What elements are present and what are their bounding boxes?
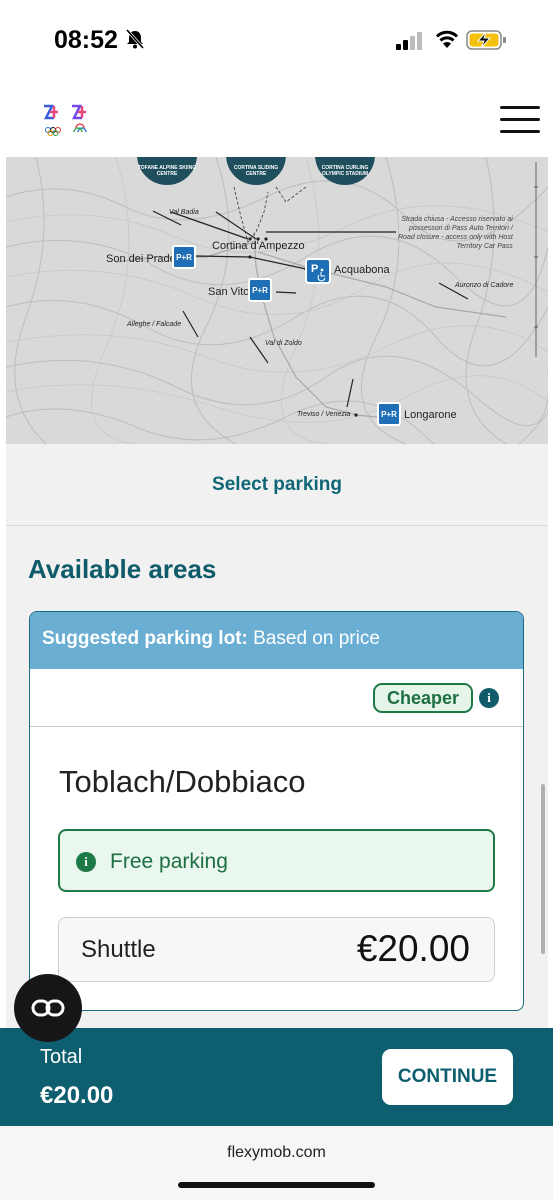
- status-time: 08:52: [54, 26, 118, 54]
- map-label-san-vito: San Vito: [208, 286, 250, 298]
- map-label-treviso: Treviso / Venezia: [297, 411, 351, 418]
- shuttle-label: Shuttle: [81, 936, 156, 963]
- map-label-son-dei-prade: Son dei Prade: [106, 253, 176, 265]
- map-label-val-badia: Val Badia: [169, 209, 199, 216]
- available-areas-title: Available areas: [28, 554, 217, 584]
- suggested-value: Based on price: [247, 628, 380, 649]
- parking-lot-name: Toblach/Dobbiaco: [59, 764, 306, 799]
- map-label-cortina: Cortina d'Ampezzo: [212, 240, 305, 252]
- map-label-acquabona: Acquabona: [334, 264, 390, 276]
- battery-charging-icon: [466, 30, 506, 50]
- map-label-auronzo: Auronzo di Cadore: [455, 282, 514, 289]
- park-and-ride-marker[interactable]: P+R: [377, 402, 401, 426]
- map-label-longarone: Longarone: [404, 409, 457, 421]
- menu-line: [500, 130, 540, 133]
- map-label-val-di-zoldo: Val di Zoldo: [265, 340, 302, 347]
- cheaper-badge: Cheaper: [373, 683, 474, 713]
- free-parking-notice: i Free parking: [58, 829, 495, 892]
- shuttle-price: €20.00: [356, 928, 470, 969]
- park-and-ride-marker[interactable]: P+R: [172, 245, 196, 269]
- checkout-bar: Total €20.00 CONTINUE: [0, 1028, 553, 1126]
- cellular-signal-icon: [396, 32, 422, 50]
- card-tags-row: Cheaper i: [30, 669, 523, 727]
- hamburger-menu-button[interactable]: [500, 106, 540, 136]
- silent-bell-icon: [125, 29, 145, 49]
- road-note-line: Strada chiusa - Accesso riservato ai: [401, 216, 513, 223]
- suggested-label: Suggested parking lot:: [42, 628, 248, 649]
- road-note-line: Territory Car Pass: [456, 243, 513, 250]
- map-road-closure-note: Strada chiusa - Accesso riservato ai pos…: [398, 215, 513, 251]
- parking-lot-card[interactable]: Suggested parking lot: Based on price Ch…: [29, 611, 524, 1011]
- road-note-line: possessori di Pass Auto Territori /: [409, 225, 513, 232]
- status-bar: 08:52: [0, 0, 553, 80]
- terrain-background: [6, 157, 548, 444]
- available-areas-section: Available areas Suggested parking lot: B…: [6, 526, 548, 1028]
- map-label-alleghe: Alleghe / Falcade: [127, 321, 182, 328]
- road-note-line: Road closure - access only with Host: [398, 234, 513, 241]
- select-parking-link[interactable]: Select parking: [212, 474, 342, 496]
- url-text[interactable]: flexymob.com: [0, 1144, 553, 1162]
- wifi-icon: [435, 30, 459, 48]
- accessible-parking-icon[interactable]: P: [305, 258, 331, 284]
- park-and-ride-marker[interactable]: P+R: [248, 278, 272, 302]
- info-icon: i: [76, 852, 96, 872]
- total-label: Total: [40, 1046, 83, 1068]
- continue-button[interactable]: CONTINUE: [382, 1049, 513, 1105]
- select-parking-bar: Select parking: [6, 444, 548, 526]
- milano-cortina-logo[interactable]: [40, 102, 100, 138]
- scrollbar-thumb[interactable]: [541, 784, 545, 954]
- menu-line: [500, 106, 540, 109]
- info-icon[interactable]: i: [479, 688, 499, 708]
- home-indicator[interactable]: [178, 1182, 375, 1188]
- total-value: €20.00: [40, 1082, 114, 1109]
- suggested-parking-header: Suggested parking lot: Based on price: [30, 612, 523, 669]
- parking-map[interactable]: TOFANE ALPINE SKIING CENTRE CORTINA SLID…: [6, 157, 548, 444]
- app-header: [0, 80, 553, 158]
- menu-line: [500, 118, 540, 121]
- free-parking-text: Free parking: [110, 850, 228, 873]
- shuttle-option[interactable]: Shuttle €20.00: [58, 917, 495, 982]
- browser-address-bar: flexymob.com: [0, 1126, 553, 1200]
- svg-text:P: P: [311, 263, 318, 275]
- link-icon: [31, 999, 65, 1017]
- chat-button[interactable]: [14, 974, 82, 1042]
